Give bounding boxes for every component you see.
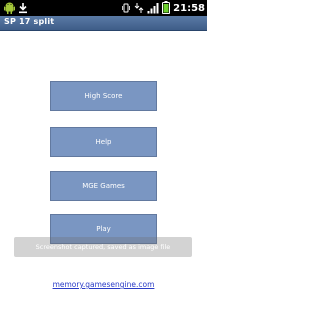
toast-message: Screenshot captured, saved as image file (14, 237, 192, 257)
notification-area (4, 1, 28, 15)
play-label: Play (96, 225, 111, 233)
high-score-label: High Score (84, 92, 123, 100)
help-label: Help (95, 138, 112, 146)
website-link[interactable]: memory.gamesengine.com (0, 280, 207, 289)
mge-games-button[interactable]: MGE Games (50, 171, 157, 201)
help-button[interactable]: Help (50, 127, 157, 157)
download-icon (18, 0, 28, 18)
title-bar: SP 17 split (0, 16, 207, 31)
system-status: 21:58 (121, 0, 205, 16)
mge-games-label: MGE Games (82, 182, 125, 190)
status-time: 21:58 (173, 2, 205, 14)
vibrate-icon (121, 0, 131, 18)
status-bar: 21:58 (0, 0, 207, 16)
battery-icon (162, 0, 171, 18)
android-icon (4, 0, 15, 18)
signal-icon (147, 0, 159, 18)
app-title: SP 17 split (4, 17, 55, 26)
3g-icon (134, 0, 144, 18)
high-score-button[interactable]: High Score (50, 81, 157, 111)
